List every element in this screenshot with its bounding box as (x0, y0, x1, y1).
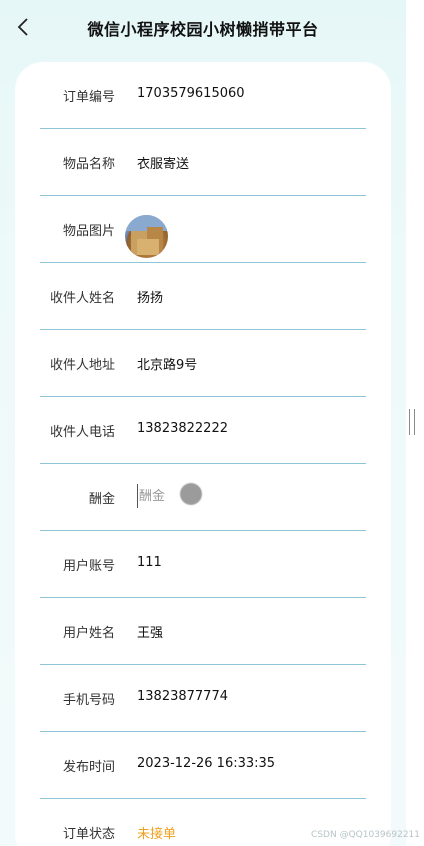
user-name-value: 王强 (137, 626, 164, 641)
navigation-bar: 微信小程序校园小树懒捎带平台 (0, 0, 406, 54)
item-name-label: 物品名称 (62, 157, 115, 172)
recipient-phone-row: 收件人电话 13823822222 (40, 397, 366, 464)
resize-handle[interactable] (409, 409, 415, 435)
user-account-row: 用户账号 111 (40, 531, 366, 598)
user-name-row: 用户姓名 王强 (40, 598, 366, 665)
user-name-label: 用户姓名 (62, 626, 115, 641)
reward-input[interactable] (137, 484, 317, 508)
order-number-label: 订单编号 (62, 90, 115, 105)
recipient-address-value: 北京路9号 (137, 358, 198, 373)
item-image-label: 物品图片 (62, 224, 115, 239)
user-account-label: 用户账号 (62, 559, 115, 574)
touch-indicator (180, 483, 202, 505)
item-image-thumbnail[interactable] (125, 215, 168, 258)
recipient-phone-label: 收件人电话 (49, 425, 115, 440)
publish-time-value: 2023-12-26 16:33:35 (137, 756, 276, 771)
order-number-row: 订单编号 1703579615060 (40, 62, 366, 129)
recipient-name-row: 收件人姓名 扬扬 (40, 263, 366, 330)
order-number-value: 1703579615060 (137, 86, 245, 101)
item-name-row: 物品名称 衣服寄送 (40, 129, 366, 196)
recipient-name-label: 收件人姓名 (49, 291, 115, 306)
publish-time-row: 发布时间 2023-12-26 16:33:35 (40, 732, 366, 799)
phone-number-row: 手机号码 13823877774 (40, 665, 366, 732)
recipient-address-row: 收件人地址 北京路9号 (40, 330, 366, 397)
recipient-address-label: 收件人地址 (49, 358, 115, 373)
watermark: CSDN @QQ1039692211 (311, 830, 420, 840)
reward-row: 酬金 (40, 464, 366, 531)
phone-number-value: 13823877774 (137, 689, 228, 704)
order-status-value: 未接单 (137, 827, 177, 842)
item-image-row: 物品图片 (40, 196, 366, 263)
recipient-phone-value: 13823822222 (137, 421, 228, 436)
publish-time-label: 发布时间 (62, 760, 115, 775)
item-name-value: 衣服寄送 (137, 157, 190, 172)
reward-label: 酬金 (88, 492, 115, 507)
phone-number-label: 手机号码 (62, 693, 115, 708)
order-status-label: 订单状态 (62, 827, 115, 842)
page-title: 微信小程序校园小树懒捎带平台 (87, 20, 319, 39)
user-account-value: 111 (137, 555, 162, 570)
recipient-name-value: 扬扬 (137, 291, 164, 306)
